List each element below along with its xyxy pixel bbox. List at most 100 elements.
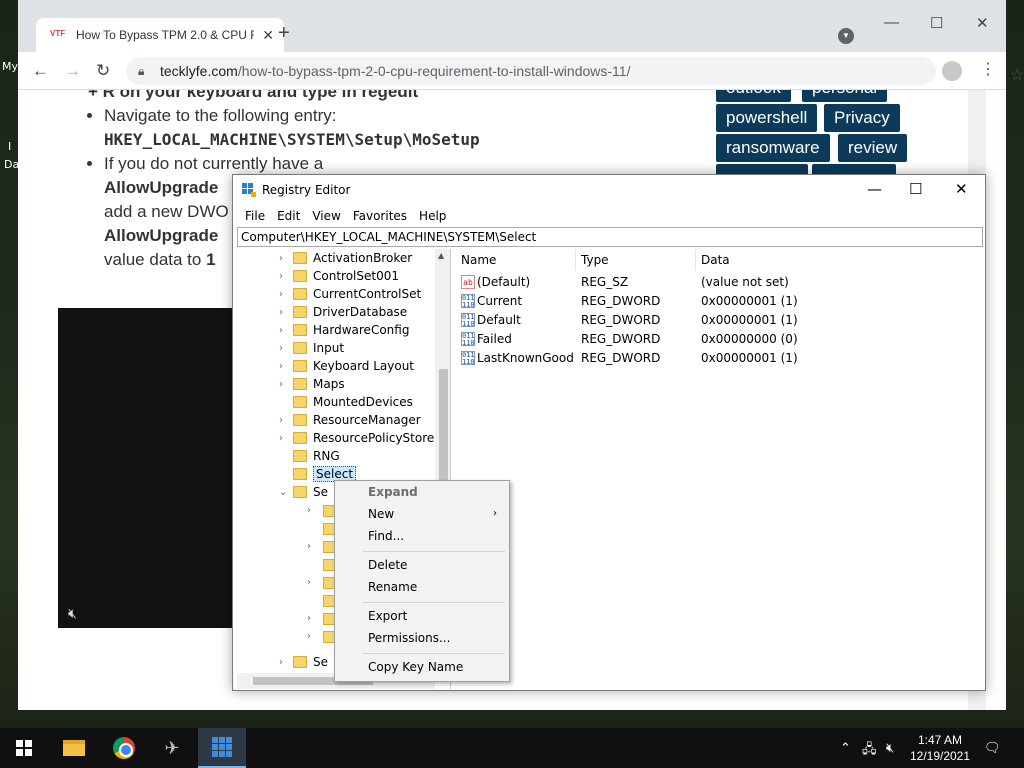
more-menu-icon[interactable]: ⋮ bbox=[980, 59, 996, 79]
chevron-right-icon[interactable]: › bbox=[307, 541, 311, 552]
menu-item-new[interactable]: New bbox=[368, 507, 394, 521]
reload-icon[interactable]: ↻ bbox=[96, 61, 110, 81]
tree-item[interactable]: › Input bbox=[279, 339, 344, 357]
chevron-right-icon[interactable]: › bbox=[279, 307, 283, 318]
back-icon[interactable]: ← bbox=[32, 61, 49, 81]
column-divider[interactable] bbox=[575, 249, 576, 271]
tag-link[interactable]: personal bbox=[802, 90, 888, 102]
menu-item-rename[interactable]: Rename bbox=[368, 580, 417, 594]
column-header-name[interactable]: Name bbox=[461, 253, 496, 267]
browser-tab[interactable]: VTF How To Bypass TPM 2.0 & CPU R ✕ bbox=[36, 18, 284, 52]
tree-item[interactable]: › CurrentControlSet bbox=[279, 285, 421, 303]
address-field[interactable]: Computer\HKEY_LOCAL_MACHINE\SYSTEM\Selec… bbox=[237, 227, 983, 247]
taskbar-chrome[interactable] bbox=[100, 728, 148, 768]
forward-icon[interactable]: → bbox=[64, 61, 81, 81]
tree-item[interactable]: › ResourceManager bbox=[279, 411, 421, 429]
value-row[interactable]: 011 110 Default REG_DWORD 0x00000001 (1) bbox=[455, 311, 983, 330]
chevron-right-icon[interactable]: › bbox=[279, 361, 283, 372]
bookmark-star-icon[interactable]: ☆ bbox=[1010, 62, 1024, 90]
tree-item[interactable]: › ResourcePolicyStore bbox=[279, 429, 434, 447]
chevron-right-icon[interactable]: › bbox=[279, 271, 283, 282]
tree-item[interactable]: › HardwareConfig bbox=[279, 321, 409, 339]
maximize-icon[interactable]: ☐ bbox=[930, 14, 943, 32]
menu-help[interactable]: Help bbox=[413, 205, 452, 227]
column-header-data[interactable]: Data bbox=[701, 253, 730, 267]
profile-avatar-icon[interactable] bbox=[942, 61, 962, 81]
menu-favorites[interactable]: Favorites bbox=[347, 205, 413, 227]
tree-item[interactable]: › Keyboard Layout bbox=[279, 357, 414, 375]
tree-item[interactable]: › ControlSet001 bbox=[279, 267, 399, 285]
tag-link[interactable]: review bbox=[838, 134, 908, 162]
desktop-icon-label[interactable]: My bbox=[2, 60, 18, 73]
value-row[interactable]: ab (Default) REG_SZ (value not set) bbox=[455, 273, 983, 292]
chevron-right-icon[interactable]: › bbox=[307, 505, 311, 516]
system-clock[interactable]: 1:47 AM 12/19/2021 bbox=[908, 732, 972, 764]
menu-item-permissions[interactable]: Permissions... bbox=[368, 631, 450, 645]
desktop-icon-label[interactable]: I bbox=[8, 140, 11, 153]
close-icon[interactable]: ✕ bbox=[955, 180, 968, 198]
tree-item[interactable]: › Maps bbox=[279, 375, 345, 393]
menu-item-expand[interactable]: Expand bbox=[368, 485, 418, 499]
chevron-right-icon[interactable]: › bbox=[279, 289, 283, 300]
taskbar-file-explorer[interactable] bbox=[50, 728, 98, 768]
minimize-icon[interactable]: — bbox=[884, 14, 899, 31]
regedit-titlebar[interactable]: Registry Editor — ☐ ✕ bbox=[233, 175, 985, 205]
desktop-icon-label[interactable]: Da bbox=[4, 158, 19, 171]
tree-item[interactable]: RNG bbox=[293, 447, 340, 465]
value-row[interactable]: 011 110 Failed REG_DWORD 0x00000000 (0) bbox=[455, 330, 983, 349]
lock-icon[interactable]: 🔒︎ bbox=[138, 57, 144, 85]
menu-item-delete[interactable]: Delete bbox=[368, 558, 407, 572]
chevron-right-icon[interactable]: › bbox=[279, 343, 283, 354]
start-button[interactable] bbox=[0, 728, 48, 768]
tag-link[interactable]: powershell bbox=[716, 104, 818, 132]
chevron-right-icon[interactable]: › bbox=[279, 657, 283, 668]
menu-item-find[interactable]: Find... bbox=[368, 529, 404, 543]
minimize-icon[interactable]: — bbox=[867, 180, 882, 198]
chevron-right-icon[interactable]: › bbox=[279, 433, 283, 444]
column-divider[interactable] bbox=[695, 249, 696, 271]
scroll-up-icon[interactable]: ▲ bbox=[438, 251, 444, 260]
tree-item[interactable]: MountedDevices bbox=[293, 393, 413, 411]
menu-view[interactable]: View bbox=[306, 205, 346, 227]
tree-item[interactable]: › DriverDatabase bbox=[279, 303, 407, 321]
tree-item[interactable]: › ActivationBroker bbox=[279, 249, 412, 267]
chevron-right-icon[interactable]: › bbox=[279, 253, 283, 264]
show-hidden-icons-icon[interactable]: ⌃ bbox=[840, 740, 851, 756]
volume-muted-icon[interactable]: 🔇︎ bbox=[886, 740, 894, 756]
tab-search-icon[interactable]: ▼ bbox=[838, 28, 854, 44]
instruction-item: Navigate to the following entry: HKEY_LO… bbox=[104, 104, 660, 152]
menu-item-export[interactable]: Export bbox=[368, 609, 407, 623]
menu-item-copy-key-name[interactable]: Copy Key Name bbox=[368, 660, 463, 674]
close-icon[interactable]: ✕ bbox=[976, 14, 989, 32]
notifications-icon[interactable]: 🗨︎ bbox=[984, 740, 1001, 756]
taskbar-app[interactable]: ✈ bbox=[148, 728, 196, 768]
tag-link[interactable]: Privacy bbox=[824, 104, 900, 132]
address-bar[interactable]: 🔒︎ tecklyfe.com/how-to-bypass-tpm-2-0-cp… bbox=[126, 57, 1024, 85]
tab-close-icon[interactable]: ✕ bbox=[262, 27, 274, 44]
network-icon[interactable]: 🖧︎ bbox=[862, 740, 877, 762]
chevron-right-icon[interactable]: › bbox=[307, 577, 311, 588]
tree-item[interactable]: › Se bbox=[279, 653, 328, 671]
value-row[interactable]: 011 110 LastKnownGood REG_DWORD 0x0000000… bbox=[455, 349, 983, 368]
regedit-icon bbox=[212, 737, 232, 757]
mute-icon[interactable]: 🔇︎ bbox=[68, 605, 77, 622]
chevron-right-icon[interactable]: › bbox=[279, 379, 283, 390]
value-type: REG_DWORD bbox=[581, 313, 661, 327]
regedit-app-icon bbox=[242, 183, 256, 197]
chevron-right-icon[interactable]: › bbox=[307, 631, 311, 642]
column-header-type[interactable]: Type bbox=[581, 253, 609, 267]
tag-link[interactable]: ransomware bbox=[716, 134, 830, 162]
maximize-icon[interactable]: ☐ bbox=[909, 180, 922, 198]
tag-link[interactable]: outlook bbox=[716, 90, 791, 102]
menu-file[interactable]: File bbox=[239, 205, 271, 227]
taskbar-registry-editor[interactable] bbox=[198, 728, 246, 768]
value-row[interactable]: 011 110 Current REG_DWORD 0x00000001 (1) bbox=[455, 292, 983, 311]
menu-edit[interactable]: Edit bbox=[271, 205, 306, 227]
chevron-right-icon[interactable]: › bbox=[279, 325, 283, 336]
chevron-right-icon[interactable]: › bbox=[279, 415, 283, 426]
tree-item[interactable]: ⌄ Se bbox=[279, 483, 328, 501]
chevron-right-icon[interactable]: › bbox=[307, 613, 311, 624]
folder-icon bbox=[293, 342, 307, 354]
chevron-down-icon[interactable]: ⌄ bbox=[279, 487, 287, 498]
new-tab-icon[interactable]: + bbox=[278, 22, 290, 45]
